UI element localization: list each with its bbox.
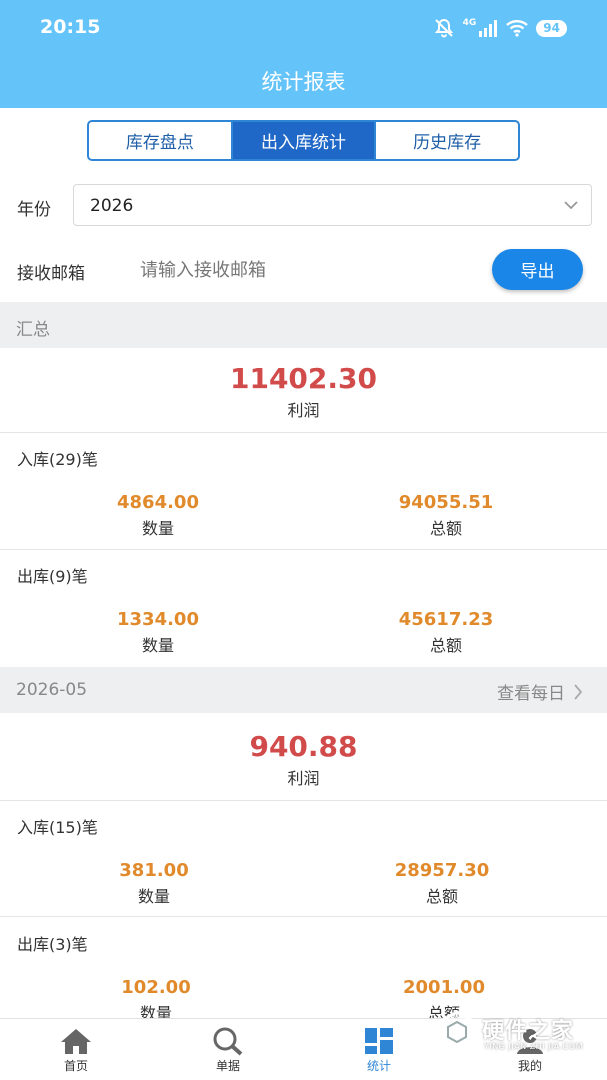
app-header: 20:15 4G 94 统计报表 xyxy=(0,0,607,108)
watermark-text: 硬件之家 xyxy=(482,1019,575,1044)
nav-documents-label: 单据 xyxy=(215,1059,240,1073)
summary-profit-value: 11402.30 xyxy=(229,362,377,395)
summary-inbound-qty-label: 数量 xyxy=(141,519,174,538)
summary-section-header: 汇总 xyxy=(0,302,607,348)
month-outbound-title: 出库(3)笔 xyxy=(17,935,88,954)
divider xyxy=(0,800,607,801)
summary-outbound-qty: 1334.00 数量 xyxy=(58,609,258,656)
network-label: 4G xyxy=(462,18,477,28)
nav-mine-label: 我的 xyxy=(517,1059,542,1073)
home-icon xyxy=(61,1029,91,1054)
export-button[interactable]: 导出 xyxy=(492,249,583,290)
month-outbound-qty-value: 102.00 xyxy=(121,977,191,998)
summary-inbound-qty: 4864.00 数量 xyxy=(58,492,258,539)
year-label: 年份 xyxy=(17,200,51,220)
email-label: 接收邮箱 xyxy=(17,264,85,284)
divider xyxy=(0,432,607,433)
summary-inbound-title: 入库(29)笔 xyxy=(17,450,98,469)
search-icon xyxy=(213,1027,243,1056)
battery-indicator: 94 xyxy=(536,19,567,37)
view-daily-label: 查看每日 xyxy=(497,684,565,704)
wifi-icon xyxy=(506,20,529,37)
status-icons: 4G 94 xyxy=(433,16,567,40)
nav-statistics-label: 统计 xyxy=(366,1059,391,1073)
view-daily-link[interactable]: 查看每日 xyxy=(497,679,583,704)
chevron-right-icon xyxy=(574,683,583,700)
year-select[interactable]: 2026 xyxy=(73,184,592,226)
summary-outbound-qty-label: 数量 xyxy=(141,636,174,655)
summary-profit-label: 利润 xyxy=(287,401,320,420)
watermark-subtext: YING JIAN ZHI JIA.COM xyxy=(484,1042,583,1051)
mute-bell-icon xyxy=(434,18,453,38)
chevron-down-icon xyxy=(564,201,578,210)
month-inbound-amount-value: 28957.30 xyxy=(394,860,490,881)
summary-outbound-amount: 45617.23 总额 xyxy=(346,609,546,656)
month-section-header: 2026-05 查看每日 xyxy=(0,667,607,713)
year-value: 2026 xyxy=(90,196,134,216)
summary-outbound-amount-label: 总额 xyxy=(429,636,462,655)
divider xyxy=(0,916,607,917)
nav-home[interactable]: 首页 xyxy=(26,1025,126,1074)
month-profit: 940.88 利润 xyxy=(0,730,607,789)
summary-profit: 11402.30 利润 xyxy=(0,362,607,421)
month-outbound-qty: 102.00 数量 xyxy=(56,977,256,1024)
nav-statistics[interactable]: 统计 xyxy=(329,1025,429,1074)
tab-inout-stats[interactable]: 出入库统计 xyxy=(232,122,377,159)
grid-icon xyxy=(365,1028,393,1054)
month-inbound-amount-label: 总额 xyxy=(425,887,458,906)
nav-documents[interactable]: 单据 xyxy=(178,1025,278,1074)
month-section-title: 2026-05 xyxy=(16,680,88,700)
summary-inbound-amount: 94055.51 总额 xyxy=(346,492,546,539)
summary-inbound-qty-value: 4864.00 xyxy=(117,492,199,513)
status-time: 20:15 xyxy=(40,16,101,38)
month-inbound-amount: 28957.30 总额 xyxy=(342,860,542,907)
watermark-logo xyxy=(437,1010,477,1054)
signal-icon xyxy=(479,20,498,37)
month-profit-label: 利润 xyxy=(287,769,320,788)
month-outbound-amount-value: 2001.00 xyxy=(403,977,485,998)
tab-inventory-check[interactable]: 库存盘点 xyxy=(89,122,233,159)
report-tabs: 库存盘点 出入库统计 历史库存 xyxy=(87,120,520,161)
summary-inbound-amount-label: 总额 xyxy=(429,519,462,538)
status-bar: 20:15 4G 94 xyxy=(0,0,607,54)
divider xyxy=(0,549,607,550)
email-input[interactable] xyxy=(132,250,472,290)
summary-outbound-title: 出库(9)笔 xyxy=(17,567,88,586)
summary-outbound-amount-value: 45617.23 xyxy=(398,609,494,630)
tab-history-stock[interactable]: 历史库存 xyxy=(376,122,518,159)
nav-home-label: 首页 xyxy=(63,1059,88,1073)
summary-inbound-amount-value: 94055.51 xyxy=(398,492,494,513)
watermark: 硬件之家 YING JIAN ZHI JIA.COM xyxy=(434,1008,594,1056)
month-inbound-qty: 381.00 数量 xyxy=(54,860,254,907)
month-inbound-title: 入库(15)笔 xyxy=(17,818,98,837)
summary-outbound-qty-value: 1334.00 xyxy=(117,609,199,630)
month-profit-value: 940.88 xyxy=(249,730,358,763)
month-inbound-qty-label: 数量 xyxy=(137,887,170,906)
page-title: 统计报表 xyxy=(261,70,346,94)
summary-section-title: 汇总 xyxy=(16,320,50,340)
month-inbound-qty-value: 381.00 xyxy=(119,860,189,881)
